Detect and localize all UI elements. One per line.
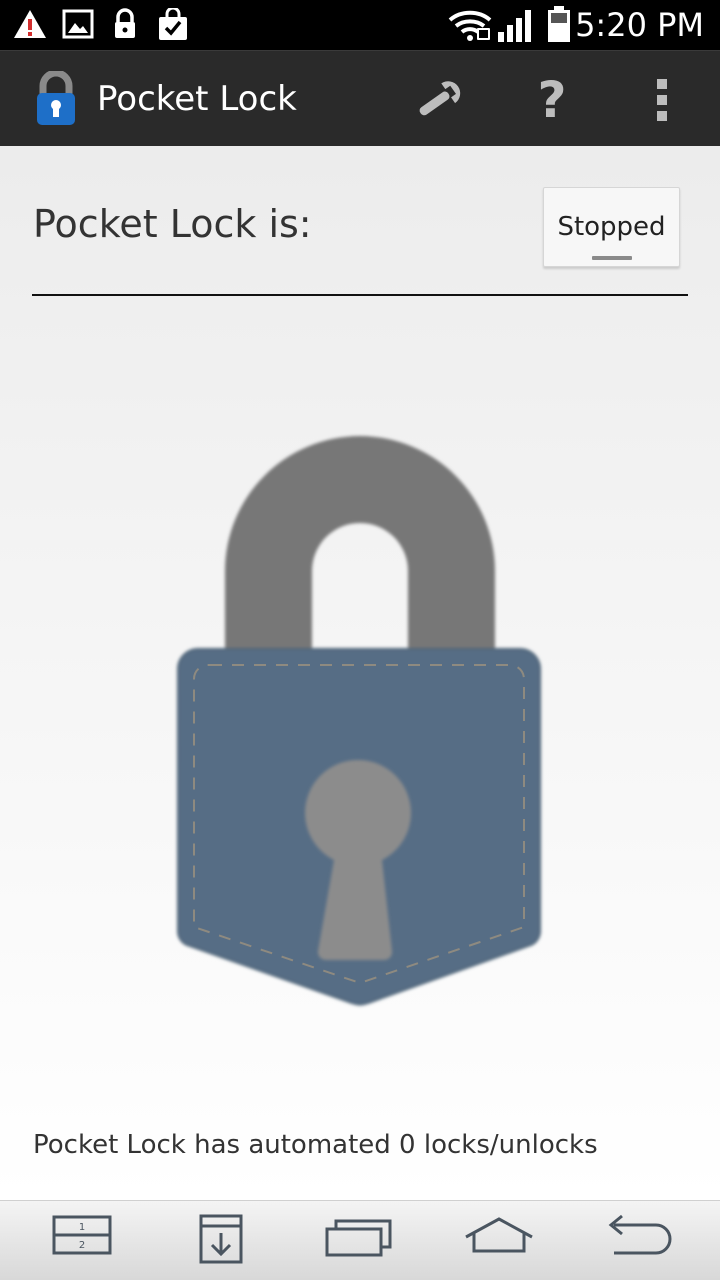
settings-wrench-icon[interactable] — [410, 73, 470, 125]
overflow-menu-icon[interactable] — [652, 73, 672, 125]
status-label: Pocket Lock is: — [33, 202, 312, 246]
navigation-bar: 1 2 — [0, 1200, 720, 1280]
status-toggle-indicator — [592, 256, 632, 260]
app-title: Pocket Lock — [97, 79, 297, 119]
main-content: Pocket Lock is: Stopped Pocket Lock has … — [0, 146, 720, 1200]
pocket-lock-app-icon — [37, 71, 75, 125]
lock-icon — [115, 8, 135, 38]
svg-text:2: 2 — [79, 1240, 85, 1251]
home-icon[interactable] — [460, 1213, 538, 1257]
bag-check-icon — [159, 8, 187, 40]
dual-window-icon[interactable]: 1 2 — [52, 1213, 112, 1257]
image-icon — [62, 9, 94, 39]
pocket-lock-icon[interactable] — [170, 431, 550, 1011]
help-icon[interactable]: ? — [532, 73, 572, 125]
recent-apps-icon[interactable] — [324, 1213, 396, 1259]
status-time: 5:20 PM — [575, 6, 704, 44]
status-toggle-label: Stopped — [557, 212, 666, 242]
wifi-icon — [448, 10, 492, 41]
battery-icon — [548, 6, 570, 42]
signal-icon — [498, 10, 531, 42]
svg-text:?: ? — [537, 73, 566, 125]
svg-text:1: 1 — [79, 1222, 85, 1233]
warning-icon — [14, 10, 46, 38]
action-bar: Pocket Lock ? — [0, 50, 720, 146]
status-toggle-button[interactable]: Stopped — [543, 187, 680, 267]
automation-counter-text: Pocket Lock has automated 0 locks/unlock… — [33, 1130, 598, 1160]
back-icon[interactable] — [600, 1213, 674, 1257]
status-bar: 5:20 PM — [0, 0, 720, 50]
download-icon[interactable] — [198, 1213, 244, 1265]
divider — [32, 294, 688, 296]
